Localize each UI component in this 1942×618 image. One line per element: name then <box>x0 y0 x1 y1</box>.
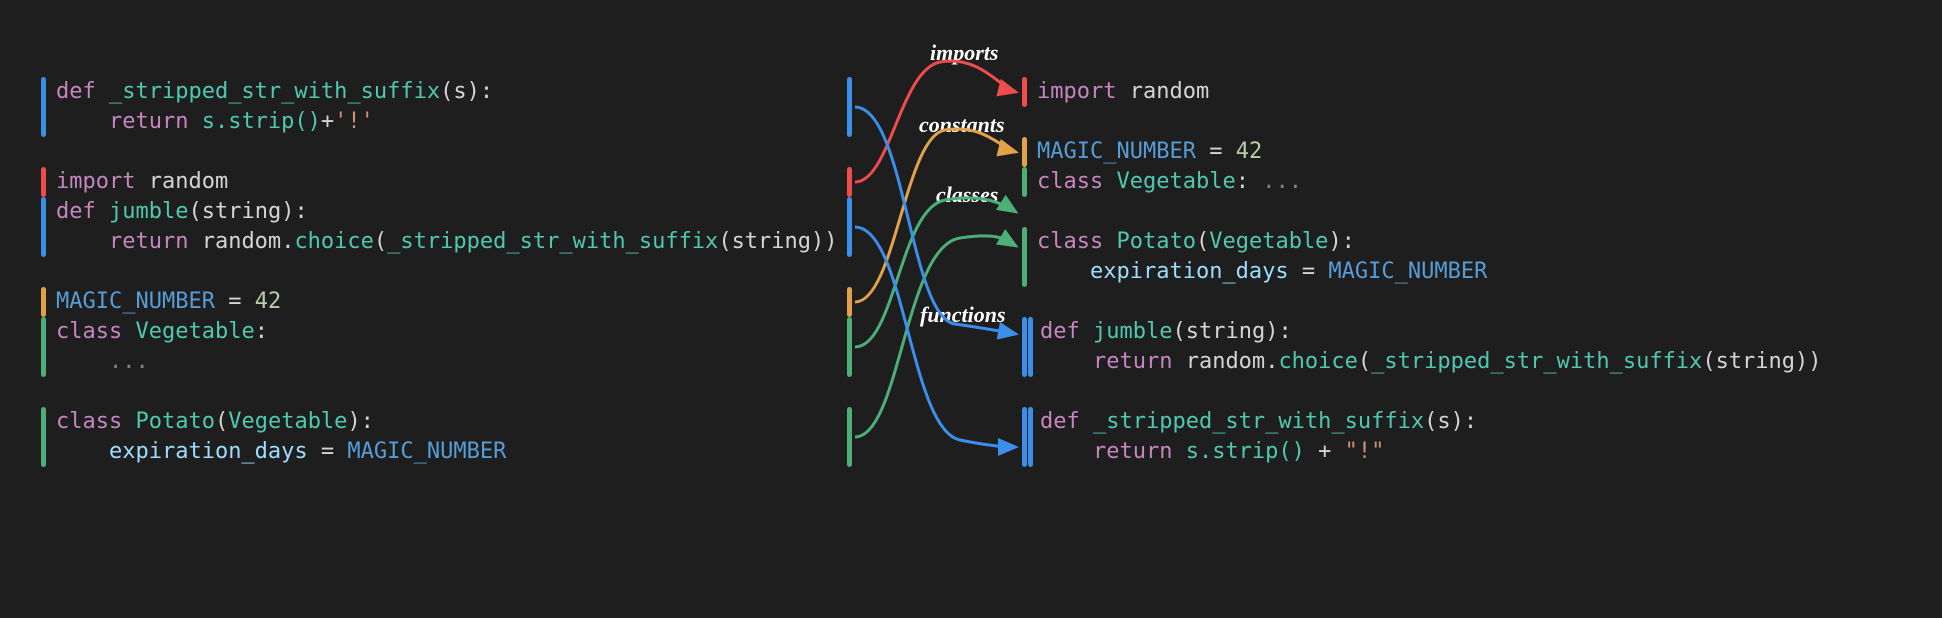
left-line12: class Potato(Vegetable): <box>56 407 374 437</box>
right-bar-import <box>1022 77 1027 107</box>
right-line1: import random <box>1037 77 1209 107</box>
left-bar-fn2 <box>41 197 46 257</box>
left-line8: MAGIC_NUMBER = 42 <box>56 287 281 317</box>
left-line1: def _stripped_str_with_suffix(s): <box>56 77 493 107</box>
right-line10: return random.choice(_stripped_str_with_… <box>1040 347 1822 377</box>
right-bar-fn2b <box>1028 407 1033 467</box>
right-line13: return s.strip() + "!" <box>1040 437 1384 467</box>
right-line9: def jumble(string): <box>1040 317 1292 347</box>
mid-bar-class1 <box>847 317 852 377</box>
left-line9: class Vegetable: <box>56 317 268 347</box>
right-bar-fn1 <box>1022 317 1027 377</box>
mid-bar-class2 <box>847 407 852 467</box>
right-bar-fn2 <box>1022 407 1027 467</box>
left-bar-const <box>41 287 46 317</box>
right-line7: expiration_days = MAGIC_NUMBER <box>1037 257 1487 287</box>
right-line12: def _stripped_str_with_suffix(s): <box>1040 407 1477 437</box>
mid-bar-fn2 <box>847 197 852 257</box>
label-imports: imports <box>930 40 998 66</box>
left-line5: def jumble(string): <box>56 197 308 227</box>
left-line10: ... <box>56 347 149 377</box>
right-line6: class Potato(Vegetable): <box>1037 227 1355 257</box>
arrow-functions-1 <box>855 107 1016 334</box>
left-bar-import <box>41 167 46 197</box>
label-classes: classes <box>936 182 998 208</box>
right-line3: MAGIC_NUMBER = 42 <box>1037 137 1262 167</box>
right-line4: class Vegetable: ... <box>1037 167 1302 197</box>
left-line4: import random <box>56 167 228 197</box>
right-bar-fn1b <box>1028 317 1033 377</box>
label-functions: functions <box>920 302 1006 328</box>
left-line2: return s.strip()+'!' <box>56 107 374 137</box>
mid-bar-import <box>847 167 852 197</box>
arrow-functions-2 <box>855 227 1016 447</box>
mid-bar-const <box>847 287 852 317</box>
left-bar-class1 <box>41 317 46 377</box>
left-bar-fn1 <box>41 77 46 137</box>
mid-bar-fn1 <box>847 77 852 137</box>
right-bar-class1 <box>1022 167 1027 197</box>
right-bar-const <box>1022 137 1027 167</box>
label-constants: constants <box>919 112 1005 138</box>
arrow-constants <box>855 129 1016 302</box>
left-line13: expiration_days = MAGIC_NUMBER <box>56 437 506 467</box>
right-bar-class2 <box>1022 227 1027 287</box>
left-bar-class2 <box>41 407 46 467</box>
left-line6: return random.choice(_stripped_str_with_… <box>56 227 838 257</box>
arrow-classes-2 <box>855 236 1016 437</box>
diagram-stage: def _stripped_str_with_suffix(s): return… <box>0 0 1942 618</box>
